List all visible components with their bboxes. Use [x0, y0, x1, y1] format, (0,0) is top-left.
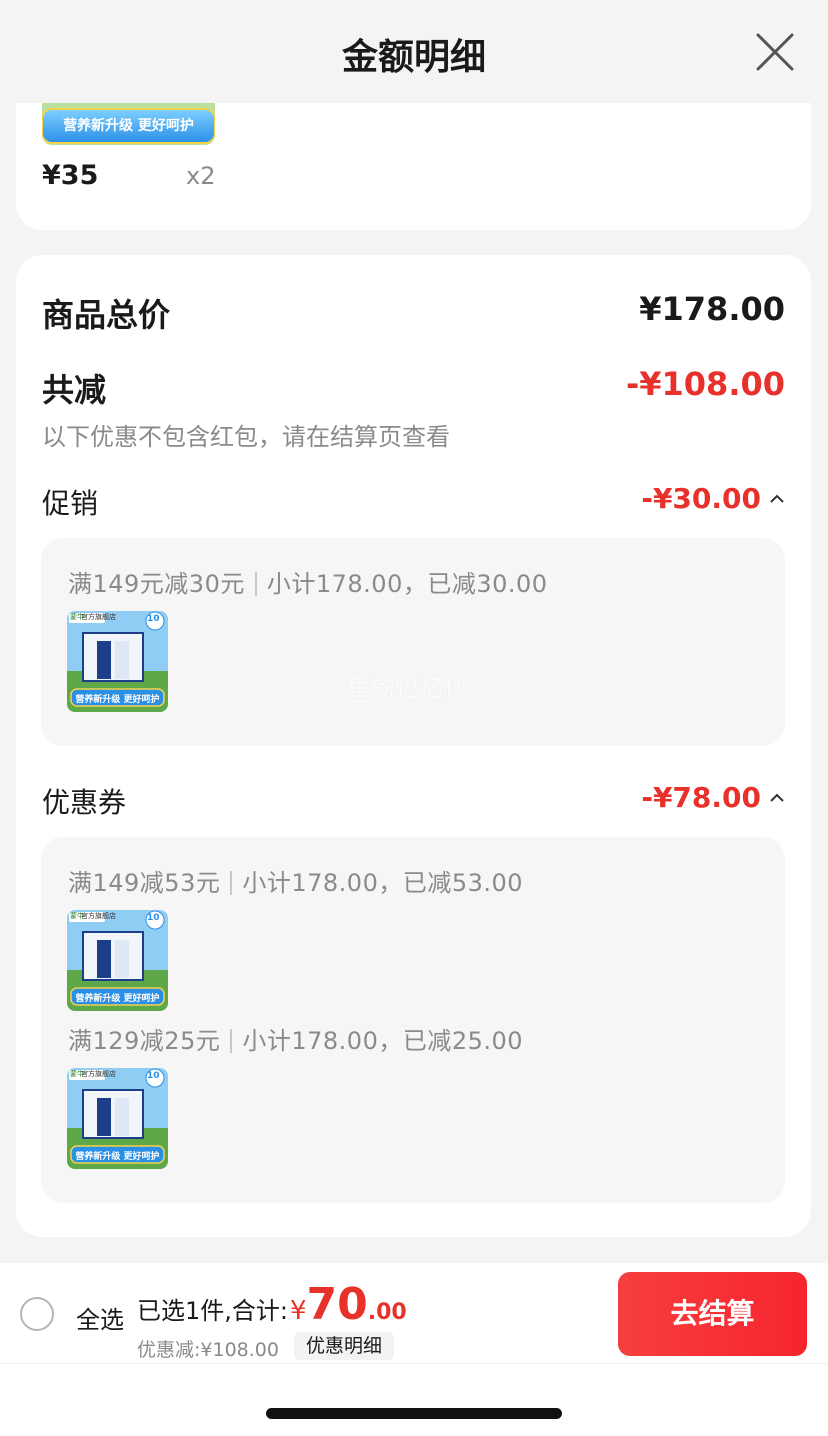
total-decimal: .00 [367, 1300, 407, 1325]
thumb-badge: 10 [147, 913, 160, 923]
thumb-slogan: 营养新升级 更好呵护 [75, 695, 160, 705]
reduce-row: 共减 -¥108.00 [42, 365, 785, 409]
modal-header: 金额明细 [0, 0, 828, 103]
coupon-row[interactable]: 优惠券 -¥78.00 [42, 781, 785, 819]
rule-separator [230, 871, 233, 895]
product-thumbnail[interactable]: 蒙牛 官方旗舰店 10 营养新升级 更好呵护 [67, 910, 168, 1011]
total-row: 商品总价 ¥178.00 [42, 290, 785, 334]
chevron-up-icon[interactable] [769, 790, 785, 806]
thumb-badge: 10 [147, 614, 160, 624]
coupon-value: -¥78.00 [641, 781, 761, 814]
bottom-bar: 全选 已选1件,合计: ¥ 70 .00 优惠减:¥108.00 优惠明细 去结… [0, 1263, 828, 1436]
rule-detail: 小计178.00，已减25.00 [242, 1027, 524, 1055]
thumb-store: 官方旗舰店 [81, 1070, 116, 1078]
rule-condition: 满149减53元 [68, 869, 221, 897]
rule-separator [230, 1029, 233, 1053]
thumb-badge: 10 [147, 1071, 160, 1081]
promotion-rule: 满149元减30元 小计178.00，已减30.00 [68, 564, 548, 599]
thumb-slogan: 营养新升级 更好呵护 [75, 1152, 160, 1162]
rule-condition: 满149元减30元 [68, 570, 245, 598]
promotion-value: -¥30.00 [641, 482, 761, 515]
discount-detail-button[interactable]: 优惠明细 [294, 1332, 395, 1360]
modal-title: 金额明细 [341, 37, 486, 78]
selected-text: 已选1件,合计: [137, 1297, 288, 1325]
product-price: ¥35 [42, 160, 99, 191]
close-icon[interactable] [754, 31, 796, 73]
product-card: 营养新升级 更好呵护 ¥35 x2 [16, 103, 811, 230]
chevron-up-icon[interactable] [769, 491, 785, 507]
divider [0, 1363, 828, 1364]
promotion-row[interactable]: 促销 -¥30.00 [42, 482, 785, 520]
rule-separator [254, 572, 257, 596]
promotion-panel: 满149元减30元 小计178.00，已减30.00 蒙牛 官方旗舰店 10 营养… [41, 538, 785, 746]
home-indicator [266, 1408, 562, 1419]
thumb-slogan: 营养新升级 更好呵护 [75, 994, 160, 1004]
coupon-rule: 满149减53元 小计178.00，已减53.00 [68, 863, 523, 898]
watermark-text: 鱼的记忆秒 [347, 674, 467, 702]
product-thumbnail[interactable]: 蒙牛 官方旗舰店 10 营养新升级 更好呵护 [67, 611, 168, 712]
rule-detail: 小计178.00，已减53.00 [242, 869, 524, 897]
rule-condition: 满129减25元 [68, 1027, 221, 1055]
coupon-rule: 满129减25元 小计178.00，已减25.00 [68, 1021, 523, 1056]
checkout-button[interactable]: 去结算 [618, 1272, 807, 1356]
coupon-value-group: -¥78.00 [641, 781, 785, 814]
select-all-radio[interactable] [20, 1297, 54, 1331]
thumb-store: 官方旗舰店 [81, 613, 116, 621]
coupon-panel: 满149减53元 小计178.00，已减53.00 蒙牛 官方旗舰店 10 营养新… [41, 837, 785, 1203]
product-thumbnail[interactable]: 蒙牛 官方旗舰店 10 营养新升级 更好呵护 [67, 1068, 168, 1169]
select-all-label[interactable]: 全选 [76, 1300, 124, 1335]
discount-text: 优惠减:¥108.00 [137, 1339, 279, 1361]
product-banner-text: 营养新升级 更好呵护 [63, 118, 194, 134]
rule-detail: 小计178.00，已减30.00 [266, 570, 548, 598]
reduce-note: 以下优惠不包含红包，请在结算页查看 [42, 423, 450, 451]
total-value: ¥178.00 [639, 290, 785, 328]
currency-symbol: ¥ [289, 1296, 307, 1326]
total-integer: 70 [306, 1279, 368, 1330]
promotion-value-group: -¥30.00 [641, 482, 785, 515]
product-quantity: x2 [186, 162, 216, 190]
reduce-value: -¥108.00 [625, 365, 785, 403]
amount-detail-card: 商品总价 ¥178.00 共减 -¥108.00 以下优惠不包含红包，请在结算页… [16, 255, 811, 1237]
total-summary: 已选1件,合计: ¥ 70 .00 [137, 1279, 407, 1330]
thumb-store: 官方旗舰店 [81, 912, 116, 920]
product-image[interactable]: 营养新升级 更好呵护 [42, 103, 215, 145]
